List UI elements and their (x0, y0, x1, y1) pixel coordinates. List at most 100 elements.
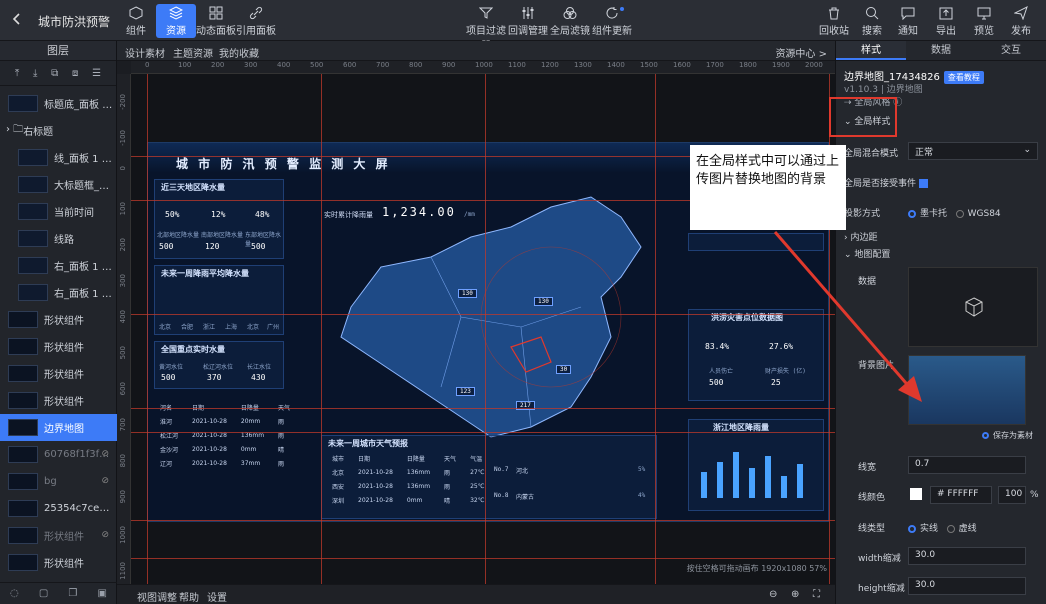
weather-forecast-panel[interactable]: 未来一周城市天气预报 城市 日期 日降量 天气 气温 北京 2021-10-28 136mm 雨… (321, 435, 657, 519)
layer-item[interactable]: 形状组件 ⊘ (0, 522, 117, 549)
list-icon[interactable]: ☰ (92, 68, 101, 79)
layer-item[interactable]: 边界地图 (0, 414, 117, 441)
rank-1-pct: 4% (638, 492, 646, 499)
week-rain-panel[interactable]: 未来一周降雨平均降水量 北京 合肥 浙江 上海 北京 广州 (154, 265, 284, 335)
layer-item[interactable]: 大标题框_面板 ... (0, 171, 117, 198)
tab-theme-resources[interactable]: 主题资源 (173, 45, 213, 60)
guide-h[interactable] (131, 558, 835, 559)
layer-item[interactable]: 形状组件 (0, 333, 117, 360)
delete-icon[interactable]: ▣ (97, 588, 106, 599)
hidden-eye-icon[interactable]: ⊘ (101, 476, 109, 486)
editor-app: 城市防洪预警 组件 资源 动态面板 引用面板 项目过滤器 回调管理 全局滤镜 (0, 0, 1046, 604)
view-adjust-button[interactable]: 视图调整 (137, 589, 177, 604)
toolbar-global-filter-button[interactable]: 全局滤镜 (550, 4, 590, 38)
guide-h[interactable] (131, 314, 835, 315)
settings-button[interactable]: 设置 (207, 589, 227, 604)
layer-item[interactable]: 形状组件 (0, 549, 117, 576)
guide-v[interactable] (147, 74, 148, 584)
layer-item[interactable]: 形状组件 (0, 360, 117, 387)
line-width-input[interactable]: 0.7 (908, 456, 1026, 474)
layer-item[interactable]: bg ⊘ (0, 468, 117, 495)
bulb-icon[interactable]: ◌ (10, 588, 19, 599)
toolbar-preview-button[interactable]: 预览 (964, 4, 1004, 38)
layer-item[interactable]: 线路 (0, 225, 117, 252)
radio-wgs84[interactable] (955, 209, 964, 218)
layer-item[interactable]: 右_面板 1 副本 (0, 252, 117, 279)
guide-h[interactable] (131, 520, 835, 521)
data-upload-box[interactable] (908, 267, 1038, 347)
toolbar-trash-button[interactable]: 回收站 (814, 4, 854, 38)
rain-3day-panel[interactable]: 近三天地区降水量 50% 12% 48% 北部地区降水量 南部地区降水量 东部地… (154, 179, 284, 259)
china-boundary-map[interactable] (321, 187, 657, 461)
layer-item[interactable]: 线_面板 1 副本 (0, 144, 117, 171)
zoom-out-icon[interactable]: ⊖ (769, 589, 777, 600)
group-icon[interactable]: ⧉ (51, 68, 58, 79)
radio-mercator[interactable] (908, 209, 916, 218)
water-level-panel[interactable]: 全国重点实时水量 黄河水位 松辽河水位 长江水位 500 370 430 (154, 341, 284, 389)
table-cell: 深圳 (332, 497, 345, 505)
copy-icon[interactable]: ❐ (68, 588, 77, 599)
move-bottom-icon[interactable]: ⤓ (33, 68, 37, 79)
layer-item[interactable]: 形状组件 (0, 306, 117, 333)
guide-v[interactable] (485, 74, 486, 584)
zoom-in-icon[interactable]: ⊕ (791, 589, 799, 600)
doc-button[interactable]: 查看教程 (943, 71, 984, 84)
toolbar-component-update-button[interactable]: 组件更新 (592, 4, 632, 38)
section-padding[interactable]: › 内边距 (844, 230, 877, 243)
event-checkbox[interactable] (918, 179, 928, 188)
guide-v[interactable] (655, 74, 656, 584)
layer-item[interactable]: 25354c7ce6cfefd... (0, 495, 117, 522)
toolbar-ref-panel-button[interactable]: 引用面板 (236, 4, 276, 38)
layer-item[interactable]: 60768f1f3fc22...⊘ (0, 441, 117, 468)
layer-item[interactable]: › 🗀 右标题 (0, 117, 117, 144)
tab-style[interactable]: 样式 (836, 41, 906, 60)
ruler-tick: 0 (145, 61, 150, 69)
width-shrink-input[interactable]: 30.0 (908, 547, 1026, 565)
line-color-input[interactable]: # FFFFFF (930, 486, 992, 504)
line-alpha-input[interactable]: 100 (998, 486, 1026, 504)
lock-icon[interactable]: ▢ (39, 588, 48, 599)
layer-item[interactable]: 右_面板 1 副本 (0, 279, 117, 306)
guide-h[interactable] (131, 408, 835, 409)
radio-solid[interactable] (908, 524, 916, 533)
toolbar-project-filter-button[interactable]: 项目过滤器 (466, 4, 506, 52)
resource-center-link[interactable]: 资源中心 > (775, 45, 827, 60)
table-cell: 2021-10-28 (192, 445, 227, 453)
layer-item[interactable]: 当前时间 (0, 198, 117, 225)
tab-my-favorites[interactable]: 我的收藏 (219, 45, 259, 60)
move-top-icon[interactable]: ⤒ (15, 68, 19, 79)
tab-data[interactable]: 数据 (906, 41, 976, 60)
layers-icon (169, 6, 183, 20)
flood-point-panel[interactable]: 洪涝灾害点位数据图 83.4% 27.6% 人员伤亡 财产损失 (亿) 500 … (688, 309, 824, 401)
tab-interaction[interactable]: 交互 (976, 41, 1046, 60)
layer-item[interactable]: 标题底_面板 1 ... (0, 90, 117, 117)
tab-design-assets[interactable]: 设计素材 (125, 45, 165, 60)
right-wave-chart[interactable] (688, 233, 824, 251)
hidden-eye-icon[interactable]: ⊘ (101, 449, 109, 459)
toolbar-resources-button[interactable]: 资源 (156, 4, 196, 38)
city-3: 上海 (225, 324, 238, 331)
radio-dashed[interactable] (946, 524, 955, 533)
line-color-swatch[interactable] (910, 488, 922, 500)
blend-mode-select[interactable]: 正常 ⌄ (908, 142, 1038, 160)
guide-v[interactable] (321, 74, 322, 584)
save-as-asset[interactable]: 保存为素材 (982, 430, 1033, 441)
guide-h[interactable] (131, 432, 835, 433)
bg-image-preview[interactable] (908, 355, 1026, 425)
toolbar-publish-button[interactable]: 发布 (1001, 4, 1041, 38)
layer-item[interactable]: 形状组件 (0, 387, 117, 414)
toolbar-dynamic-panel-button[interactable]: 动态面板 (196, 4, 236, 38)
section-map-config[interactable]: ⌄ 地图配置 (844, 247, 890, 260)
help-button[interactable]: 帮助 (179, 589, 199, 604)
toolbar-notify-button[interactable]: 通知 (888, 4, 928, 38)
fit-screen-icon[interactable]: ⛶ (813, 589, 820, 600)
flood-value-1: 500 (709, 378, 724, 387)
back-icon[interactable] (10, 12, 26, 28)
ungroup-icon[interactable]: ⧈ (72, 68, 78, 79)
toolbar-callback-button[interactable]: 回调管理 (508, 4, 548, 38)
hidden-eye-icon[interactable]: ⊘ (101, 530, 109, 540)
toolbar-components-button[interactable]: 组件 (116, 4, 156, 38)
toolbar-search-button[interactable]: 搜索 (852, 4, 892, 38)
toolbar-export-button[interactable]: 导出 (926, 4, 966, 38)
height-shrink-input[interactable]: 30.0 (908, 577, 1026, 595)
